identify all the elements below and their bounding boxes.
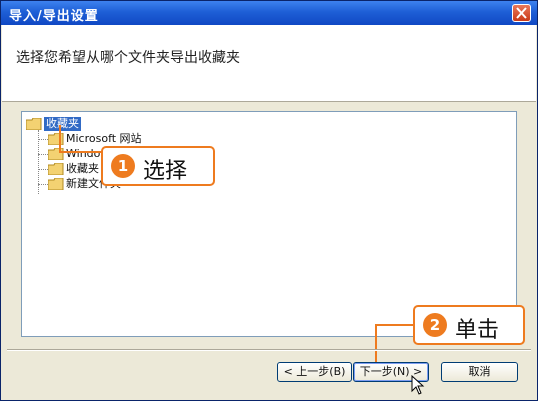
window-title: 导入/导出设置 (9, 9, 99, 24)
tree-node-label: 收藏夹 (44, 117, 81, 131)
folder-icon (48, 178, 64, 190)
callout-text: 选择 (143, 159, 188, 184)
instruction-text: 选择您希望从哪个文件夹导出收藏夹 (16, 50, 240, 66)
export-settings-dialog: 导入/导出设置 选择您希望从哪个文件夹导出收藏夹 收藏夹 Microsoft 网… (0, 0, 538, 401)
callout-connector (59, 125, 61, 153)
close-button[interactable] (512, 4, 531, 22)
tree-node-label: Microsoft 网站 (66, 132, 142, 145)
cursor-icon (411, 375, 425, 395)
header-panel: 选择您希望从哪个文件夹导出收藏夹 (2, 25, 536, 102)
cancel-button[interactable]: 取消 (441, 362, 518, 382)
tree-node-label: 收藏夹 (66, 162, 99, 175)
title-bar[interactable]: 导入/导出设置 (1, 1, 537, 25)
callout-text: 单击 (455, 318, 500, 343)
folder-icon (48, 133, 64, 145)
folder-tree[interactable]: 收藏夹 Microsoft 网站 Windo 收藏夹 新建文件夹 (21, 111, 517, 337)
callout-select: 1 选择 (101, 146, 215, 186)
folder-icon (26, 118, 42, 130)
callout-number: 2 (423, 313, 447, 337)
callout-connector (375, 324, 415, 326)
tree-node-label: Windo (66, 147, 101, 160)
close-icon (516, 7, 527, 19)
footer-divider (7, 349, 531, 351)
back-button[interactable]: < 上一步(B) (277, 362, 352, 382)
folder-icon (48, 148, 64, 160)
callout-click: 2 单击 (413, 305, 525, 345)
callout-number: 1 (111, 154, 135, 178)
folder-icon (48, 163, 64, 175)
callout-connector (375, 324, 377, 364)
